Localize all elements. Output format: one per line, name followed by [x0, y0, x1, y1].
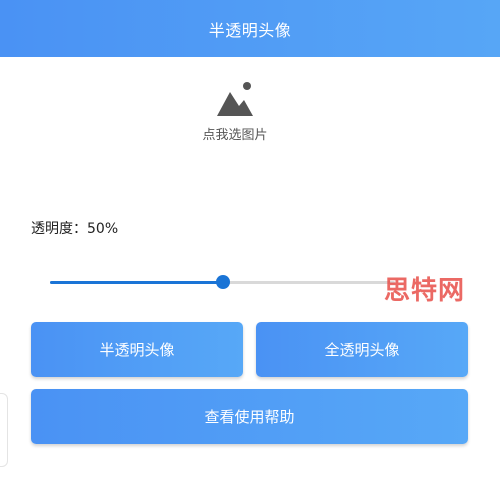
page-title: 半透明头像	[208, 20, 292, 40]
title-bar: 半透明头像	[0, 0, 500, 57]
slider-fill	[50, 281, 223, 284]
pick-image-label: 点我选图片	[202, 128, 268, 143]
opacity-label: 透明度：50%	[31, 221, 119, 237]
pick-image-button[interactable]: 点我选图片	[180, 74, 290, 150]
app-screen: 半透明头像 点我选图片 透明度：50% 思特网 半透明头像 全透明头像 查看使用…	[0, 0, 500, 495]
full-transparent-avatar-button[interactable]: 全透明头像	[256, 322, 468, 377]
watermark-logo: 思特网	[384, 276, 466, 306]
edge-drawer-handle[interactable]	[0, 393, 8, 467]
opacity-slider[interactable]	[50, 271, 395, 293]
image-icon	[217, 82, 253, 116]
semi-transparent-avatar-button[interactable]: 半透明头像	[31, 322, 243, 377]
slider-thumb[interactable]	[216, 275, 230, 289]
view-help-button[interactable]: 查看使用帮助	[31, 389, 468, 444]
